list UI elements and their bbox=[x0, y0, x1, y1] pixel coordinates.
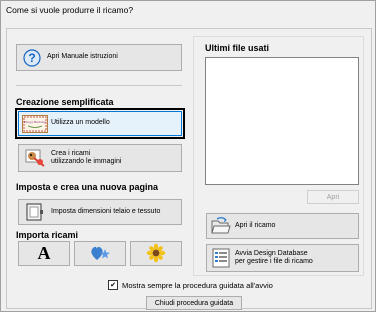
section-import: Importa ricami bbox=[16, 230, 79, 240]
show-wizard-label: Mostra sempre la procedura guidata all'a… bbox=[122, 280, 273, 290]
design-database-button[interactable]: Avvia Design Database per gestire i file… bbox=[206, 244, 359, 272]
create-from-images-label-2: utilizzando le immagini bbox=[51, 158, 122, 165]
design-database-label-2: per gestire i file di ricamo bbox=[235, 258, 313, 265]
photo-dog-icon bbox=[19, 148, 51, 168]
import-shapes-button[interactable] bbox=[74, 241, 126, 266]
open-manual-label: Apri Manuale istruzioni bbox=[47, 53, 118, 61]
use-template-button[interactable]: Happy Birthday Utilizza un modello bbox=[18, 111, 182, 136]
heart-star-icon bbox=[89, 243, 111, 265]
hoop-size-button[interactable]: Imposta dimensioni telaio e tessuto bbox=[18, 199, 182, 225]
help-icon: ? bbox=[17, 48, 47, 67]
database-list-icon bbox=[207, 248, 235, 268]
import-text-button[interactable]: A bbox=[18, 241, 70, 266]
open-embroidery-button[interactable]: Apri il ricamo bbox=[206, 213, 359, 239]
hoop-frame-icon bbox=[19, 202, 51, 222]
sunflower-icon bbox=[145, 243, 167, 265]
dialog-title: Come si vuole produrre il ricamo? bbox=[6, 5, 134, 15]
create-from-images-label-1: Crea i ricami bbox=[51, 149, 91, 157]
use-template-label: Utilizza un modello bbox=[51, 119, 110, 127]
close-wizard-button[interactable]: Chiudi procedura guidata bbox=[146, 296, 242, 310]
recent-files-label: Ultimi file usati bbox=[205, 43, 270, 53]
wizard-dialog: Come si vuole produrre il ricamo? ? Apri… bbox=[0, 0, 376, 312]
template-thumbnail-text: Happy Birthday bbox=[24, 120, 46, 124]
open-embroidery-label: Apri il ricamo bbox=[235, 221, 276, 229]
create-from-images-button[interactable]: Crea i ricami utilizzando le immagini bbox=[18, 144, 182, 172]
svg-text:?: ? bbox=[28, 51, 35, 65]
text-a-icon: A bbox=[37, 243, 51, 263]
show-wizard-row: ✔ Mostra sempre la procedura guidata all… bbox=[108, 280, 273, 290]
design-database-label-1: Avvia Design Database bbox=[235, 249, 308, 257]
open-recent-button[interactable]: Apri bbox=[307, 190, 359, 204]
hoop-size-label: Imposta dimensioni telaio e tessuto bbox=[51, 207, 161, 215]
section-simplified: Creazione semplificata bbox=[16, 97, 114, 107]
import-pattern-button[interactable] bbox=[130, 241, 182, 266]
show-wizard-checkbox[interactable]: ✔ bbox=[108, 280, 118, 290]
separator bbox=[16, 85, 182, 86]
open-folder-icon bbox=[207, 217, 235, 235]
recent-files-list[interactable] bbox=[205, 57, 359, 185]
template-thumbnail-icon: Happy Birthday bbox=[19, 114, 51, 133]
open-manual-button[interactable]: ? Apri Manuale istruzioni bbox=[16, 44, 182, 71]
section-new-page: Imposta e crea una nuova pagina bbox=[16, 182, 159, 192]
